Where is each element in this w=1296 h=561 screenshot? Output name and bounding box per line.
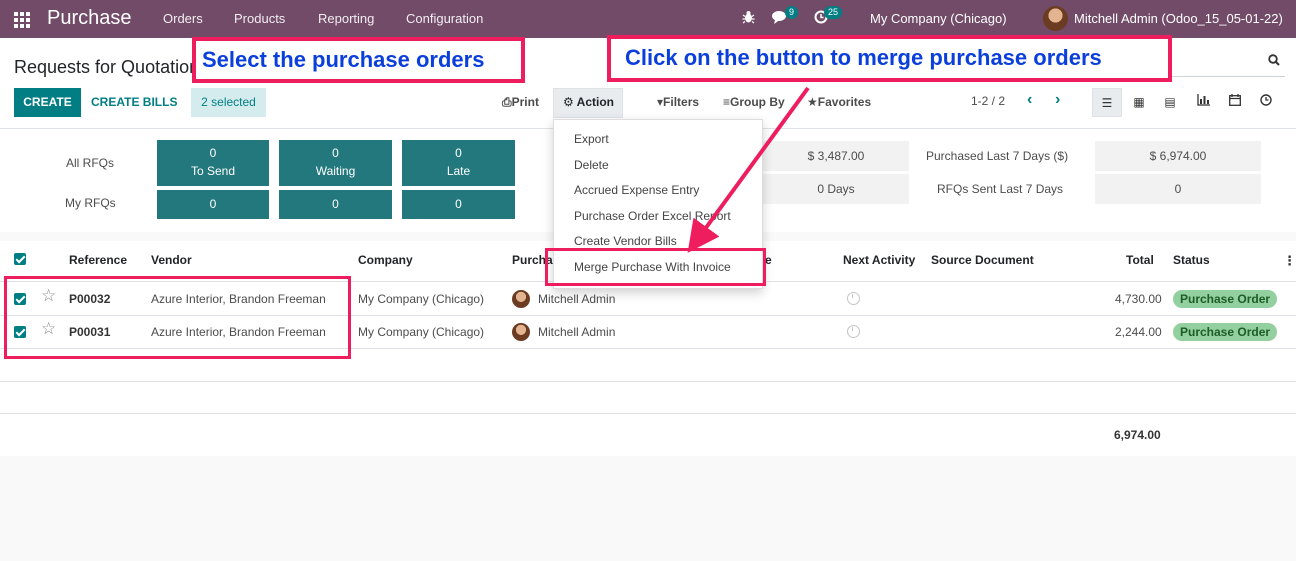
- annotation-arrow-icon: [687, 86, 810, 253]
